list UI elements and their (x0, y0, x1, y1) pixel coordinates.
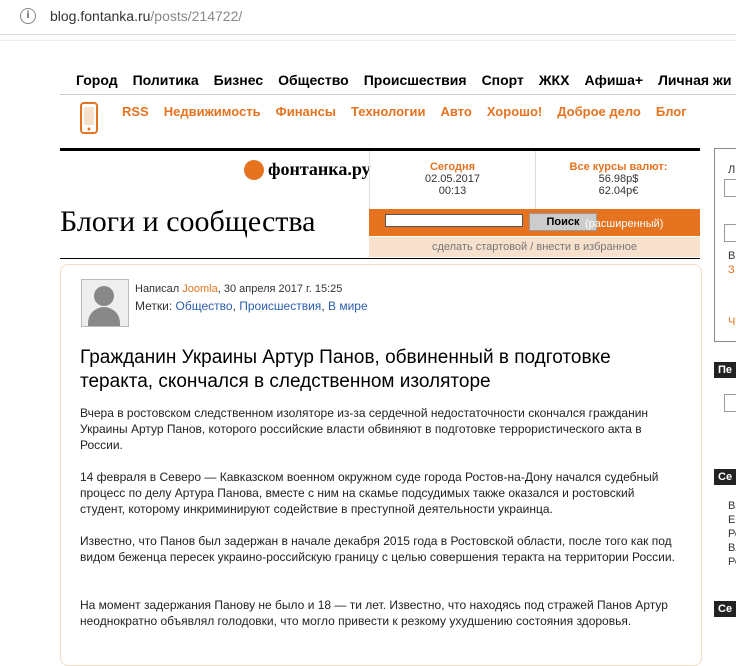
post-title: Гражданин Украины Артур Панов, обвиненны… (80, 347, 611, 392)
nav-item-housing[interactable]: ЖКХ (539, 72, 570, 88)
today-date: 02.05.2017 (424, 173, 481, 185)
today-block: Сегодня 02.05.2017 00:13 (369, 151, 535, 209)
post-date: , 30 апреля 2017 г. 15:25 (217, 283, 343, 295)
secondary-nav: RSS Недвижимость Финансы Технологии Авто Хоро… (122, 104, 702, 119)
sidebar-header: Се (714, 469, 736, 485)
start-favorites-links[interactable]: сделать стартовой / внести в избранное (369, 237, 700, 257)
rate-eur: 62.04р€ (598, 185, 639, 197)
avatar-head (94, 286, 114, 306)
rates-label[interactable]: Все курсы валют: (536, 161, 701, 173)
sidebar-input[interactable] (724, 394, 736, 412)
author-link[interactable]: Joomla (182, 283, 217, 295)
mobile-phone-icon[interactable] (80, 102, 98, 134)
avatar-body (88, 307, 120, 326)
post-paragraph: 14 февраля в Северо — Кавказском военном… (80, 470, 659, 516)
address-bar[interactable]: i blog.fontanka.ru/posts/214722/ (0, 0, 736, 35)
nav-item-finance[interactable]: Финансы (276, 104, 336, 119)
nav-item-business[interactable]: Бизнес (214, 72, 263, 88)
nav-item-society[interactable]: Общество (278, 72, 349, 88)
sidebar-header: Пе (714, 362, 736, 378)
nav-item-blog[interactable]: Блог (656, 104, 687, 119)
nav-item-rss[interactable]: RSS (122, 104, 149, 119)
post-author-line: Написал Joomla, 30 апреля 2017 г. 15:25 (135, 283, 343, 295)
search-bar: Поиск (расширенный) (369, 209, 700, 236)
nav-divider (60, 94, 736, 95)
nav-item-good[interactable]: Хорошо! (487, 104, 542, 119)
tag-link[interactable]: Происшествия (239, 299, 321, 313)
rates-block: Все курсы валют: 56.98р$ 62.04р€ (535, 151, 701, 209)
toolbar-divider (0, 40, 736, 41)
tag-link[interactable]: В мире (328, 299, 368, 313)
nav-item-good-deed[interactable]: Доброе дело (557, 104, 641, 119)
nav-item-sport[interactable]: Спорт (482, 72, 524, 88)
post-paragraph: Вчера в ростовском следственном изолятор… (80, 406, 649, 452)
nav-item-realty[interactable]: Недвижимость (164, 104, 261, 119)
nav-item-auto[interactable]: Авто (440, 104, 471, 119)
primary-nav: Город Политика Бизнес Общество Происшествия С… (76, 72, 736, 88)
sidebar-header: Се (714, 601, 736, 617)
tag-link[interactable]: Общество (176, 299, 233, 313)
section-title: Блоги и сообщества (60, 205, 316, 238)
avatar[interactable] (81, 279, 129, 327)
nav-item-afisha[interactable]: Афиша+ (584, 72, 643, 88)
info-icon[interactable]: i (20, 8, 36, 24)
nav-item-politics[interactable]: Политика (133, 72, 199, 88)
post-paragraph: Известно, что Панов был задержан в начал… (80, 534, 675, 564)
login-box (714, 148, 736, 342)
advanced-search-link[interactable]: (расширенный) (585, 218, 663, 230)
login-input[interactable] (724, 179, 736, 197)
header-bottom-rule (60, 258, 700, 259)
url-text[interactable]: blog.fontanka.ru/posts/214722/ (50, 8, 242, 24)
password-input[interactable] (724, 224, 736, 242)
nav-item-tech[interactable]: Технологии (351, 104, 425, 119)
nav-item-personal[interactable]: Личная жи (658, 72, 731, 88)
post-paragraph: На момент задержания Панову не было и 18… (80, 598, 668, 628)
nav-item-incidents[interactable]: Происшествия (364, 72, 467, 88)
nav-item-city[interactable]: Город (76, 72, 118, 88)
today-label: Сегодня (429, 161, 476, 173)
search-input[interactable] (385, 214, 523, 227)
post-tags-line: Метки: Общество, Происшествия, В мире (135, 299, 368, 313)
today-time: 00:13 (438, 185, 467, 197)
rate-usd: 56.98р$ (598, 173, 639, 185)
logo-icon (244, 160, 264, 180)
